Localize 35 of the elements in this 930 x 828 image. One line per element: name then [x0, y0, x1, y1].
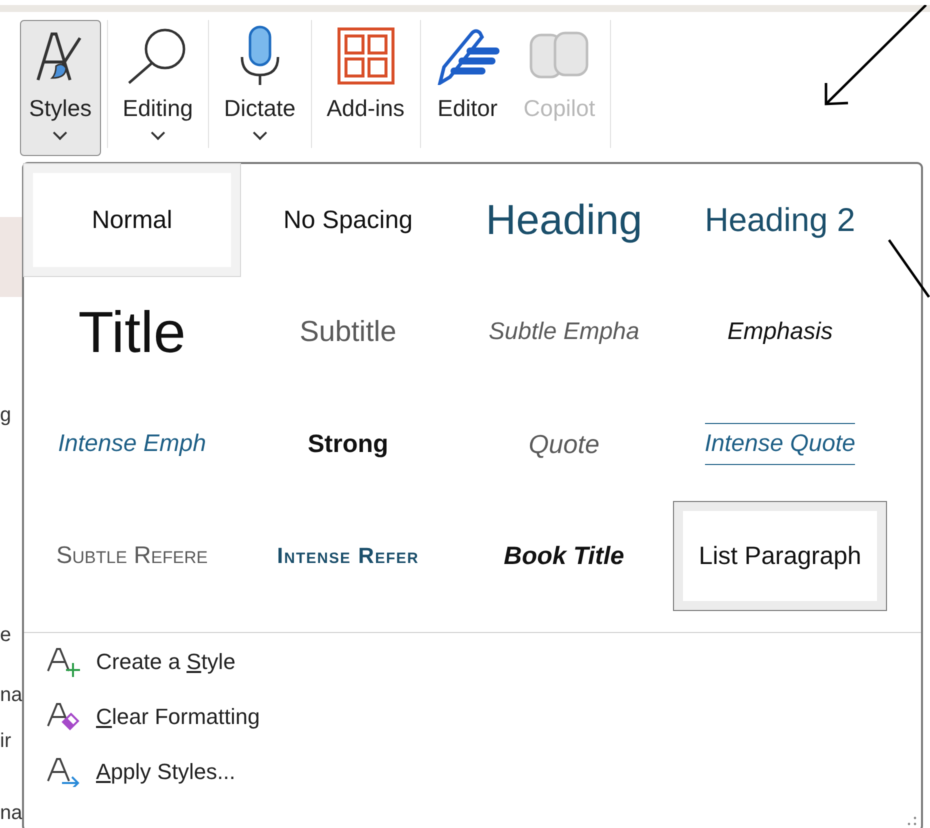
style-gallery-item[interactable]: Heading 2 — [672, 164, 888, 276]
dictate-button[interactable]: Dictate — [214, 20, 305, 156]
style-gallery-item[interactable]: Quote — [456, 388, 672, 500]
style-gallery-item[interactable]: Subtle Empha — [456, 276, 672, 388]
style-arrow-icon — [46, 757, 80, 787]
document-text: na — [0, 685, 22, 705]
style-gallery-item[interactable]: Title — [24, 276, 240, 388]
menu-item[interactable]: Create a Style — [46, 647, 236, 677]
style-gallery-item[interactable]: No Spacing — [240, 164, 456, 276]
document-text: e — [0, 625, 12, 645]
document-text: na — [0, 803, 22, 823]
style-gallery-item[interactable]: Intense Emph — [24, 388, 240, 500]
style-gallery-item[interactable]: Strong — [240, 388, 456, 500]
editing-button[interactable]: Editing — [114, 20, 202, 156]
document-text: ir — [0, 731, 12, 751]
resize-grip-icon[interactable] — [907, 816, 917, 826]
menu-item[interactable]: Apply Styles... — [46, 757, 236, 787]
editor-button[interactable]: Editor — [426, 20, 509, 156]
style-eraser-icon — [46, 702, 80, 732]
style-gallery-item[interactable]: Normal — [24, 164, 240, 276]
annotation-line — [888, 239, 930, 299]
style-gallery-item[interactable]: Subtle Refere — [24, 500, 240, 612]
add-ins-button[interactable]: Add-ins — [318, 20, 414, 156]
styles-button[interactable]: Styles — [20, 20, 101, 156]
style-gallery-item[interactable]: Heading — [456, 164, 672, 276]
grid-icon — [336, 25, 395, 87]
style-gallery-item[interactable]: Intense Refer — [240, 500, 456, 612]
style-gallery-item[interactable]: Subtitle — [240, 276, 456, 388]
document-text: g — [0, 405, 12, 425]
style-gallery-item[interactable]: Intense Quote — [672, 388, 888, 500]
style-gallery-item[interactable]: Emphasis — [672, 276, 888, 388]
style-gallery-item[interactable]: List Paragraph — [674, 502, 886, 610]
menu-item[interactable]: Clear Formatting — [46, 702, 260, 732]
style-gallery-item[interactable]: Book Title — [456, 500, 672, 612]
style-add-icon — [46, 647, 80, 677]
